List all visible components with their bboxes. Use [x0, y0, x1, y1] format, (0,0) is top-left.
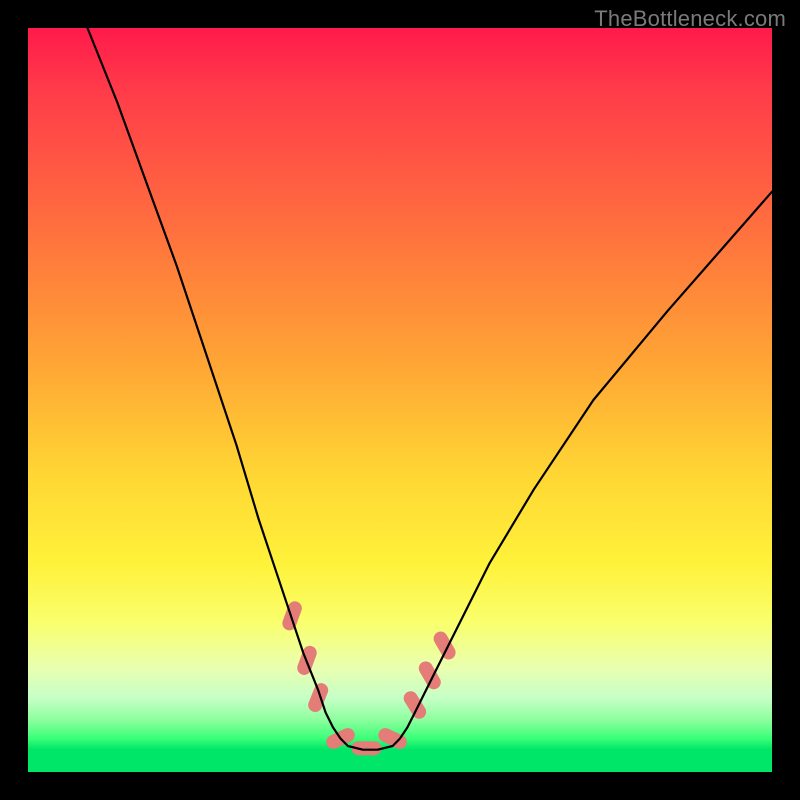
curve-marker [306, 681, 330, 714]
curve-marker [280, 599, 303, 632]
plot-svg [28, 28, 772, 772]
bottleneck-curve [88, 28, 773, 750]
plot-area [28, 28, 772, 772]
chart-frame: TheBottleneck.com [0, 0, 800, 800]
